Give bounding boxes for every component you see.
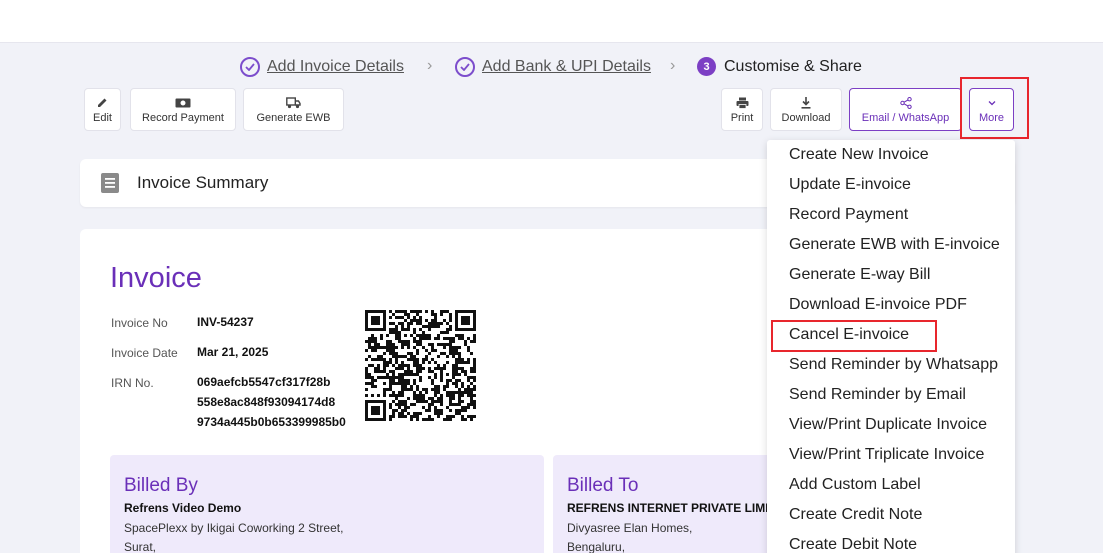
menu-item-download-e-invoice-pdf[interactable]: Download E-invoice PDF — [789, 296, 967, 314]
step-label: Add Bank & UPI Details — [482, 58, 651, 75]
download-button[interactable]: Download — [770, 88, 842, 131]
billed-to-heading: Billed To — [567, 475, 639, 496]
billed-by-heading: Billed By — [124, 475, 198, 496]
truck-icon — [286, 96, 301, 110]
cancel-e-invoice-highlight — [771, 320, 937, 352]
top-bar — [0, 0, 1103, 43]
generate-ewb-button[interactable]: Generate EWB — [243, 88, 344, 131]
billed-by-address-2: Surat, — [124, 540, 157, 553]
menu-item-create-credit-note[interactable]: Create Credit Note — [789, 506, 922, 524]
menu-item-send-reminder-email[interactable]: Send Reminder by Email — [789, 386, 966, 404]
billed-by-name: Refrens Video Demo — [124, 501, 242, 515]
irn-label: IRN No. — [111, 376, 154, 390]
invoice-date-value: Mar 21, 2025 — [197, 345, 269, 359]
invoice-no-label: Invoice No — [111, 316, 168, 330]
step-add-invoice-details[interactable]: Add Invoice Details — [240, 57, 404, 77]
irn-line-1: 069aefcb5547cf317f28b — [197, 375, 331, 389]
download-icon — [801, 96, 811, 110]
billed-to-name: REFRENS INTERNET PRIVATE LIMITED — [567, 501, 773, 515]
step-customise-share[interactable]: 3 Customise & Share — [697, 57, 862, 76]
menu-item-generate-ewb-with-e-invoice[interactable]: Generate EWB with E-invoice — [789, 236, 1000, 254]
email-whatsapp-label: Email / WhatsApp — [861, 111, 950, 124]
step-number: 3 — [697, 57, 716, 76]
step-label: Customise & Share — [724, 57, 862, 75]
step-label: Add Invoice Details — [267, 58, 404, 75]
share-icon — [899, 96, 912, 110]
billed-by-address-1: SpacePlexx by Ikigai Coworking 2 Street, — [124, 521, 344, 535]
menu-item-create-debit-note[interactable]: Create Debit Note — [789, 536, 917, 553]
billed-to-box: Billed To REFRENS INTERNET PRIVATE LIMIT… — [553, 455, 773, 553]
edit-label: Edit — [93, 111, 112, 124]
menu-item-record-payment[interactable]: Record Payment — [789, 206, 908, 224]
print-label: Print — [730, 111, 754, 124]
menu-item-generate-e-way-bill[interactable]: Generate E-way Bill — [789, 266, 930, 284]
chevron-right-icon: › — [427, 57, 433, 74]
pencil-icon — [97, 96, 108, 110]
record-payment-label: Record Payment — [142, 111, 224, 124]
print-button[interactable]: Print — [721, 88, 763, 131]
menu-item-add-custom-label[interactable]: Add Custom Label — [789, 476, 921, 494]
irn-line-2: 558e8ac848f93094174d8 — [197, 395, 336, 409]
invoice-no-value: INV-54237 — [197, 315, 254, 329]
menu-item-send-reminder-whatsapp[interactable]: Send Reminder by Whatsapp — [789, 356, 998, 374]
invoice-date-label: Invoice Date — [111, 346, 178, 360]
check-circle-icon — [240, 57, 260, 77]
menu-item-view-print-triplicate[interactable]: View/Print Triplicate Invoice — [789, 446, 984, 464]
record-payment-button[interactable]: Record Payment — [130, 88, 236, 131]
menu-item-create-new-invoice[interactable]: Create New Invoice — [789, 146, 929, 164]
download-label: Download — [781, 111, 831, 124]
qr-code — [365, 310, 476, 421]
generate-ewb-label: Generate EWB — [256, 111, 331, 124]
summary-title: Invoice Summary — [137, 173, 269, 192]
check-circle-icon — [455, 57, 475, 77]
billed-to-address-2: Bengaluru, — [567, 540, 626, 553]
money-icon — [175, 96, 191, 110]
printer-icon — [736, 96, 749, 110]
step-add-bank-details[interactable]: Add Bank & UPI Details — [455, 57, 651, 77]
document-icon — [101, 173, 119, 198]
invoice-heading: Invoice — [110, 262, 202, 294]
menu-item-update-e-invoice[interactable]: Update E-invoice — [789, 176, 911, 194]
irn-line-3: 9734a445b0b653399985b0 — [197, 415, 346, 429]
menu-item-view-print-duplicate[interactable]: View/Print Duplicate Invoice — [789, 416, 987, 434]
more-button-highlight — [960, 77, 1029, 139]
chevron-right-icon: › — [670, 57, 676, 74]
billed-to-address-1: Divyasree Elan Homes, — [567, 521, 693, 535]
billed-by-box: Billed By Refrens Video Demo SpacePlexx … — [110, 455, 544, 553]
edit-button[interactable]: Edit — [84, 88, 121, 131]
email-whatsapp-button[interactable]: Email / WhatsApp — [849, 88, 962, 131]
